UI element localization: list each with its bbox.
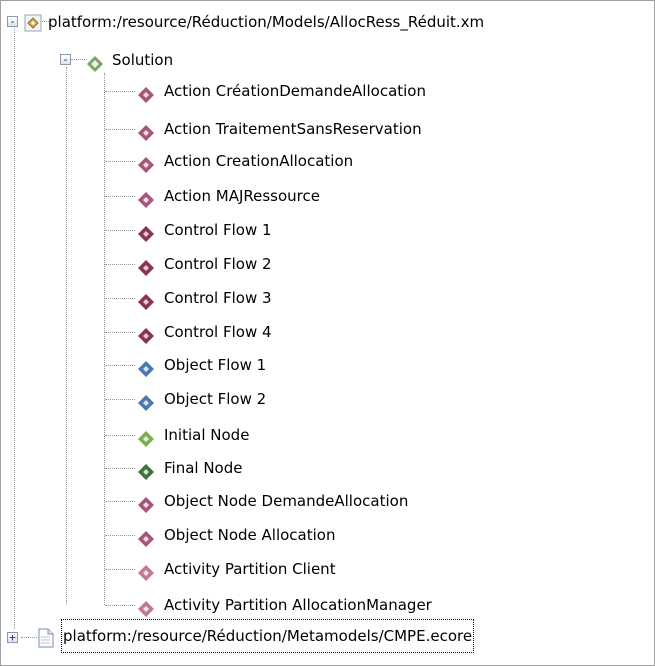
tree-node-child[interactable]: Object Node DemandeAllocation xyxy=(1,485,654,517)
tree-node-child[interactable]: Activity Partition Client xyxy=(1,553,654,585)
model-resource-icon xyxy=(22,12,44,45)
tree-node-child[interactable]: Object Flow 1 xyxy=(1,349,654,381)
tree-node-child[interactable]: Control Flow 4 xyxy=(1,316,654,348)
node-label: Control Flow 1 xyxy=(164,221,272,239)
tree-connector-line xyxy=(105,535,135,536)
node-label: Action CréationDemandeAllocation xyxy=(164,82,426,100)
node-label: Activity Partition Client xyxy=(164,560,336,578)
tree-connector-line xyxy=(105,399,135,400)
node-label: Object Node DemandeAllocation xyxy=(164,492,409,510)
tree-connector-line xyxy=(105,332,135,333)
tree-node-child[interactable]: Object Flow 2 xyxy=(1,383,654,415)
collapse-toggle[interactable]: - xyxy=(60,54,71,65)
tree-connector-line xyxy=(105,569,135,570)
node-label: platform:/resource/Réduction/Metamodels/… xyxy=(60,619,475,653)
collapse-toggle[interactable]: - xyxy=(7,16,18,27)
node-label: Action TraitementSansReservation xyxy=(164,120,422,138)
tree-connector-line xyxy=(105,161,135,162)
tree-connector-line xyxy=(105,435,135,436)
node-label: Final Node xyxy=(164,459,243,477)
tree-connector-line xyxy=(105,196,135,197)
diamond-element-icon xyxy=(137,83,155,115)
tree-connector-line xyxy=(105,298,135,299)
tree-node-child[interactable]: Control Flow 1 xyxy=(1,214,654,246)
tree-node-child[interactable]: Object Node Allocation xyxy=(1,519,654,551)
node-label: Control Flow 3 xyxy=(164,289,272,307)
tree-connector-line xyxy=(105,230,135,231)
node-label: Action MAJRessource xyxy=(164,187,320,205)
tree-connector-line xyxy=(105,501,135,502)
node-label: Object Node Allocation xyxy=(164,526,336,544)
tree-node-child[interactable]: Action TraitementSansReservation xyxy=(1,113,654,145)
tree-node-child[interactable]: Initial Node xyxy=(1,419,654,451)
ecore-file-icon xyxy=(38,627,54,659)
tree-node-child[interactable]: Control Flow 3 xyxy=(1,282,654,314)
tree-node-root-model[interactable]: - platform:/resource/Réduction/Models/Al… xyxy=(1,6,654,38)
tree-connector-line xyxy=(105,468,135,469)
tree-node-ecore-file[interactable]: + platform:/resource/Réduction/Metamodel… xyxy=(1,619,654,653)
tree-node-child[interactable]: Action CreationAllocation xyxy=(1,145,654,177)
node-label: Solution xyxy=(112,51,174,69)
node-label: Activity Partition AllocationManager xyxy=(164,596,432,614)
tree-connector-line xyxy=(105,605,135,606)
expand-toggle[interactable]: + xyxy=(7,632,18,643)
tree-node-child[interactable]: Action CréationDemandeAllocation xyxy=(1,75,654,107)
node-label: platform:/resource/Réduction/Models/Allo… xyxy=(48,13,485,31)
node-label: Object Flow 1 xyxy=(164,356,267,374)
tree-connector-line xyxy=(105,129,135,130)
model-tree: - platform:/resource/Réduction/Models/Al… xyxy=(0,0,655,666)
tree-node-child[interactable]: Activity Partition AllocationManager xyxy=(1,589,654,621)
node-label: Control Flow 2 xyxy=(164,255,272,273)
node-label: Action CreationAllocation xyxy=(164,152,354,170)
node-label: Control Flow 4 xyxy=(164,323,272,341)
tree-node-child[interactable]: Action MAJRessource xyxy=(1,180,654,212)
tree-node-child[interactable]: Control Flow 2 xyxy=(1,248,654,280)
tree-connector-line xyxy=(105,365,135,366)
tree-node-solution[interactable]: - Solution xyxy=(1,44,654,76)
tree-node-child[interactable]: Final Node xyxy=(1,452,654,484)
node-label: Initial Node xyxy=(164,426,250,444)
tree-connector-line xyxy=(105,91,135,92)
node-label: Object Flow 2 xyxy=(164,390,267,408)
tree-connector-line xyxy=(105,264,135,265)
